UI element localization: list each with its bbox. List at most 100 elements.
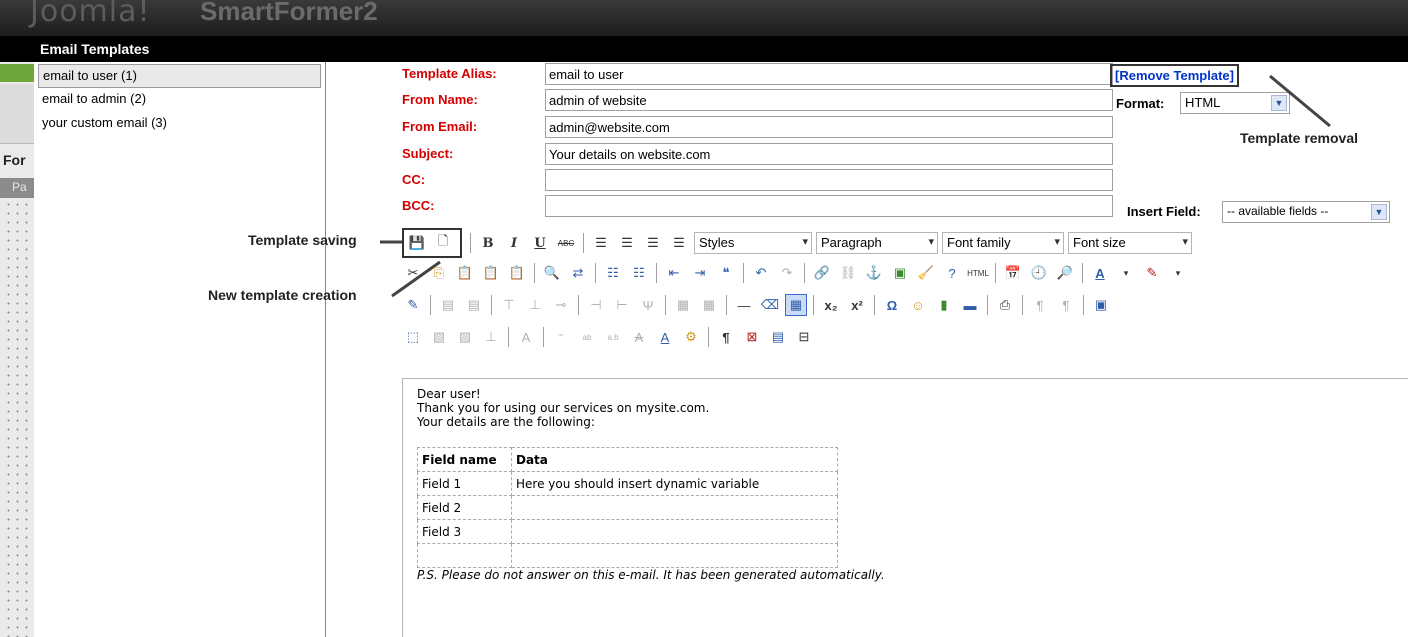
paragraph-select[interactable]: Paragraph (816, 232, 938, 254)
preview-icon[interactable]: 🔎 (1054, 262, 1076, 284)
template-icon[interactable]: ▤ (767, 326, 789, 348)
special-char-icon[interactable]: Ω (881, 294, 903, 316)
page-break-icon[interactable]: ⊟ (793, 326, 815, 348)
absolute-icon[interactable]: ⊥ (480, 326, 502, 348)
find-icon[interactable]: 🔍 (541, 262, 563, 284)
insert-row-before-icon[interactable]: ⊤ (498, 294, 520, 316)
outdent-icon[interactable]: ⇤ (663, 262, 685, 284)
anchor-icon[interactable]: ⚓ (863, 262, 885, 284)
align-right-icon[interactable]: ☰ (642, 232, 664, 254)
editor-toolbar-row-1: 💾 🗋 B I U ABC ☰ ☰ ☰ ☰ Styles Paragraph F… (402, 228, 1196, 258)
html-source-button[interactable]: HTML (967, 262, 989, 284)
split-cells-icon[interactable]: ▦ (672, 294, 694, 316)
emoticon-icon[interactable]: ☺ (907, 294, 929, 316)
styleprops-icon[interactable]: A (515, 326, 537, 348)
horizontal-rule-icon[interactable]: — (733, 294, 755, 316)
paste-word-icon[interactable]: 📋 (506, 262, 528, 284)
underline-button[interactable]: U (529, 232, 551, 254)
italic-button[interactable]: I (503, 232, 525, 254)
insert-row-after-icon[interactable]: ⊥ (524, 294, 546, 316)
help-icon[interactable]: ? (941, 262, 963, 284)
insert-col-after-icon[interactable]: ⊢ (611, 294, 633, 316)
strikethrough-button[interactable]: ABC (555, 232, 577, 254)
replace-icon[interactable]: ⇄ (567, 262, 589, 284)
edit-form-icon[interactable]: ✎ (402, 294, 424, 316)
cite-icon[interactable]: “” (550, 326, 572, 348)
editor-content[interactable]: Dear user! Thank you for using our servi… (402, 378, 1408, 637)
numbered-list-icon[interactable]: ☷ (628, 262, 650, 284)
copy-icon[interactable]: ⎘ (428, 262, 450, 284)
save-icon[interactable]: 💾 (406, 232, 428, 254)
font-family-select[interactable]: Font family (942, 232, 1064, 254)
move-forward-icon[interactable]: ▧ (428, 326, 450, 348)
background-tab-label: For (3, 152, 26, 168)
delete-col-icon[interactable]: Ψ (637, 294, 659, 316)
unlink-icon[interactable]: ⛓ (837, 262, 859, 284)
align-left-icon[interactable]: ☰ (590, 232, 612, 254)
advanced-hr-icon[interactable]: ▬ (959, 294, 981, 316)
delete-row-icon[interactable]: ⊸ (550, 294, 572, 316)
cell-props-icon[interactable]: ▤ (463, 294, 485, 316)
template-item-email-to-admin[interactable]: email to admin (2) (38, 88, 325, 112)
indent-icon[interactable]: ⇥ (689, 262, 711, 284)
insert-field-select[interactable]: -- available fields -- ▼ (1222, 201, 1390, 223)
cleanup-icon[interactable]: 🧹 (915, 262, 937, 284)
cut-icon[interactable]: ✂ (402, 262, 424, 284)
align-justify-icon[interactable]: ☰ (668, 232, 690, 254)
text-color-icon[interactable]: A (1089, 262, 1111, 284)
redo-icon[interactable]: ↷ (776, 262, 798, 284)
acronym-icon[interactable]: a.b (602, 326, 624, 348)
bold-button[interactable]: B (477, 232, 499, 254)
remove-template-link[interactable]: [Remove Template] (1110, 64, 1239, 87)
app-title: SmartFormer2 (200, 0, 378, 26)
superscript-icon[interactable]: x² (846, 294, 868, 316)
highlight-color-icon[interactable]: ✎ (1141, 262, 1163, 284)
insert-date-icon[interactable]: 📅 (1002, 262, 1024, 284)
abbr-icon[interactable]: ab (576, 326, 598, 348)
body-line-3: Your details are the following: (417, 415, 595, 429)
subject-input[interactable] (545, 143, 1113, 165)
non-breaking-icon[interactable]: ⊠ (741, 326, 763, 348)
from-email-input[interactable] (545, 116, 1113, 138)
font-size-select[interactable]: Font size (1068, 232, 1192, 254)
merge-cells-icon[interactable]: ▦ (698, 294, 720, 316)
show-blocks-icon[interactable]: ¶ (715, 326, 737, 348)
chevron-down-icon[interactable]: ▾ (1115, 262, 1137, 284)
cc-input[interactable] (545, 169, 1113, 191)
align-center-icon[interactable]: ☰ (616, 232, 638, 254)
visual-aid-icon[interactable]: ▦ (785, 294, 807, 316)
new-document-icon[interactable]: 🗋 (432, 232, 454, 254)
link-icon[interactable]: 🔗 (811, 262, 833, 284)
media-icon[interactable]: ▮ (933, 294, 955, 316)
del-icon[interactable]: A (628, 326, 650, 348)
move-backward-icon[interactable]: ▧ (454, 326, 476, 348)
bcc-input[interactable] (545, 195, 1113, 217)
template-item-email-to-user[interactable]: email to user (1) (38, 64, 321, 88)
styles-select[interactable]: Styles (694, 232, 812, 254)
attributes-icon[interactable]: ⚙ (680, 326, 702, 348)
subscript-icon[interactable]: x₂ (820, 294, 842, 316)
paste-text-icon[interactable]: 📋 (480, 262, 502, 284)
rtl-icon[interactable]: ¶ (1055, 294, 1077, 316)
undo-icon[interactable]: ↶ (750, 262, 772, 284)
paste-icon[interactable]: 📋 (454, 262, 476, 284)
bullet-list-icon[interactable]: ☷ (602, 262, 624, 284)
from-name-input[interactable] (545, 89, 1113, 111)
remove-format-icon[interactable]: ⌫ (759, 294, 781, 316)
ltr-icon[interactable]: ¶ (1029, 294, 1051, 316)
template-item-custom-email[interactable]: your custom email (3) (38, 112, 325, 136)
print-icon[interactable]: ⎙ (994, 294, 1016, 316)
blockquote-icon[interactable]: ❝ (715, 262, 737, 284)
ins-icon[interactable]: A (654, 326, 676, 348)
image-icon[interactable]: ▣ (889, 262, 911, 284)
table-props-icon[interactable]: ▤ (437, 294, 459, 316)
fullscreen-icon[interactable]: ▣ (1090, 294, 1112, 316)
insert-time-icon[interactable]: 🕘 (1028, 262, 1050, 284)
insert-col-before-icon[interactable]: ⊣ (585, 294, 607, 316)
table-row: Field 2 (417, 495, 838, 520)
chevron-down-icon[interactable]: ▾ (1167, 262, 1189, 284)
editor-toolbar-row-2: ✂ ⎘ 📋 📋 📋 🔍 ⇄ ☷ ☷ ⇤ ⇥ ❝ ↶ ↷ 🔗 ⛓ ⚓ ▣ 🧹 ? … (402, 258, 1193, 288)
format-select[interactable]: HTML ▼ (1180, 92, 1290, 114)
alias-input[interactable] (545, 63, 1113, 85)
insert-layer-icon[interactable]: ⬚ (402, 326, 424, 348)
